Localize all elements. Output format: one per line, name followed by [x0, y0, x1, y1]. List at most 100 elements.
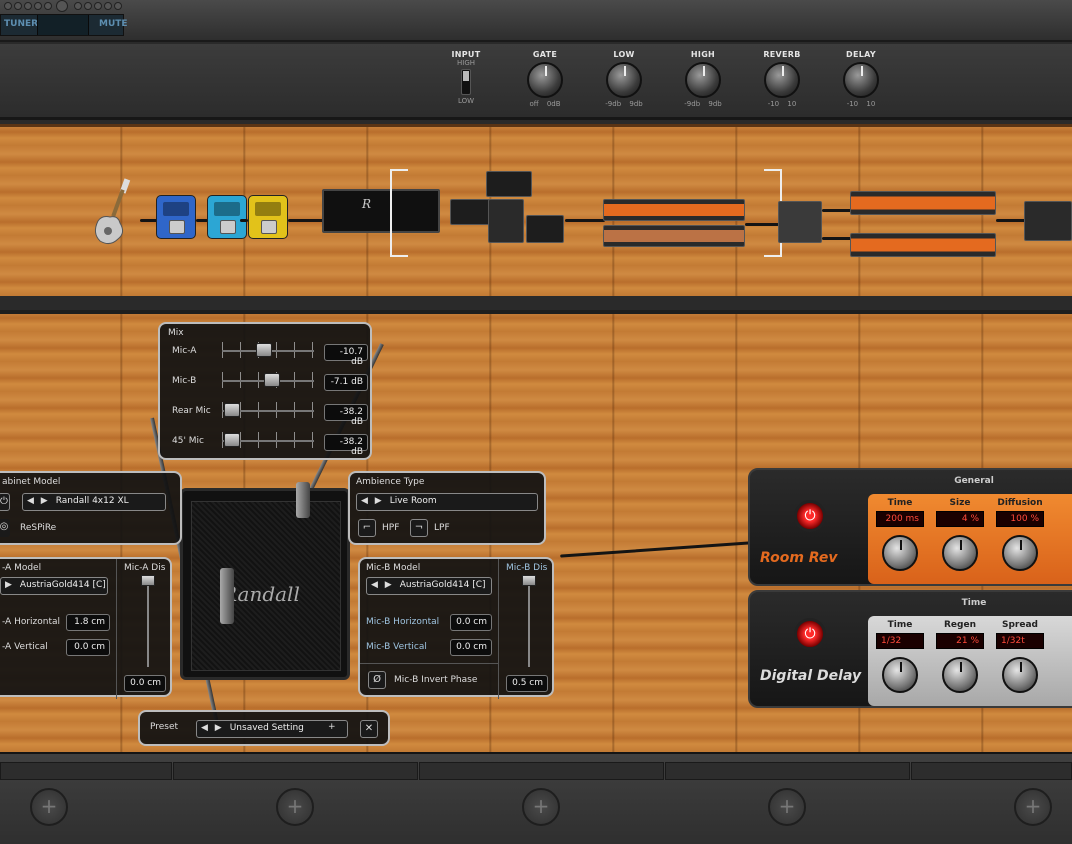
slot-tab[interactable] [0, 762, 172, 780]
low-knob[interactable] [606, 62, 642, 98]
power-icon[interactable]: ⏻ [0, 493, 10, 511]
arrows-icon: ◀ ▶ [201, 723, 224, 733]
mic-b-icon[interactable] [296, 482, 310, 518]
preset-panel: Preset ◀ ▶ Unsaved Setting + ✕ [138, 710, 390, 746]
mic-a-distance-thumb[interactable] [141, 575, 155, 586]
rack-fx-orange[interactable] [850, 191, 996, 215]
delay-knob[interactable] [843, 62, 879, 98]
knob-range: -9db 9db [605, 100, 643, 108]
respire-label[interactable]: ReSPiRe [20, 523, 56, 533]
close-icon[interactable]: ✕ [360, 720, 378, 738]
param-value[interactable]: 4 % [936, 511, 984, 527]
add-slot-button[interactable]: + [30, 788, 68, 826]
mic-b-vertical-value[interactable]: 0.0 cm [450, 639, 492, 656]
mic-b-invert-phase-label[interactable]: Mic-B Invert Phase [394, 675, 477, 685]
rack-unit[interactable] [526, 215, 564, 243]
mute-button[interactable]: MUTE [99, 19, 128, 29]
room-rev-diffusion-knob[interactable] [1002, 535, 1038, 571]
tuner-button[interactable]: TUNER [4, 19, 38, 29]
pedal-blue[interactable] [156, 195, 196, 239]
mic-a-horizontal-label: -A Horizontal [2, 617, 61, 627]
digital-delay-spread-knob[interactable] [1002, 657, 1038, 693]
invert-phase-icon[interactable]: Ø [368, 671, 386, 689]
add-slot-button[interactable]: + [1014, 788, 1052, 826]
led-indicator [4, 2, 12, 10]
mic-b-model-value: AustriaGold414 [C] [399, 580, 486, 590]
input-switch[interactable]: INPUT HIGH LOW [446, 50, 486, 105]
cable [996, 219, 1026, 222]
reverb-knob[interactable] [764, 62, 800, 98]
mic-a-level-value[interactable]: -10.7 dB [324, 344, 368, 367]
mic-b-horizontal-value[interactable]: 0.0 cm [450, 614, 492, 631]
amp-head[interactable]: R [322, 189, 440, 233]
mic-b-distance-value[interactable]: 0.5 cm [506, 675, 548, 692]
mic-a-level-thumb[interactable] [256, 343, 273, 357]
mic-a-distance-fader[interactable] [147, 579, 149, 667]
digital-delay-regen-knob[interactable] [942, 657, 978, 693]
param-value[interactable]: 200 ms [876, 511, 924, 527]
add-slot-button[interactable]: + [522, 788, 560, 826]
param-value[interactable]: 100 % [996, 511, 1044, 527]
param-value[interactable]: 1/32t [996, 633, 1044, 649]
mic-a-icon[interactable] [220, 568, 234, 624]
slot-tab[interactable] [911, 762, 1072, 780]
gate-knob[interactable] [527, 62, 563, 98]
preset-add-button[interactable]: + [328, 722, 336, 732]
splitter-unit[interactable] [778, 201, 822, 243]
rack-fx-orange[interactable] [850, 233, 996, 257]
pedal-cyan[interactable] [207, 195, 247, 239]
preset-select[interactable]: ◀ ▶ Unsaved Setting [196, 720, 348, 738]
mic-a-model-value: AustriaGold414 [C] [19, 580, 106, 590]
hpf-icon[interactable]: ⌐ [358, 519, 376, 537]
add-slot-button[interactable]: + [768, 788, 806, 826]
add-slot-button[interactable]: + [276, 788, 314, 826]
ambience-type-select[interactable]: ◀ ▶ Live Room [356, 493, 538, 511]
room-rev-power-button[interactable]: ⏻ [794, 500, 826, 532]
cable [560, 541, 750, 558]
digital-delay-power-button[interactable]: ⏻ [794, 618, 826, 650]
input-toggle[interactable] [461, 69, 471, 95]
mic-a-horizontal-value[interactable]: 1.8 cm [66, 614, 110, 631]
mic-b-distance-thumb[interactable] [522, 575, 536, 586]
mix-panel: Mix Mic-A -10.7 dB Mic-B -7.1 dB Rear Mi… [158, 322, 372, 460]
pedal-yellow[interactable] [248, 195, 288, 239]
45-mic-level-thumb[interactable] [223, 433, 240, 447]
ambience-title: Ambience Type [356, 477, 425, 487]
param-value[interactable]: 21 % [936, 633, 984, 649]
guitar-icon[interactable] [88, 177, 144, 249]
led-indicator [74, 2, 82, 10]
mic-a-model-select[interactable]: ▶ AustriaGold414 [C] [0, 577, 108, 595]
slot-tab[interactable] [173, 762, 418, 780]
rear-mic-level-value[interactable]: -38.2 dB [324, 404, 368, 427]
rack-fx-orange[interactable] [603, 225, 745, 247]
cabinet-model-select[interactable]: ◀ ▶ Randall 4x12 XL [22, 493, 166, 511]
respire-icon[interactable]: ◎ [0, 519, 10, 537]
room-rev-size-knob[interactable] [942, 535, 978, 571]
mic-a-model-title: -A Model [2, 563, 42, 573]
rear-mic-level-thumb[interactable] [223, 403, 240, 417]
mic-a-distance-value[interactable]: 0.0 cm [124, 675, 166, 692]
param-value[interactable]: 1/32 [876, 633, 924, 649]
hpf-label: HPF [382, 523, 400, 533]
tuner-knob[interactable] [56, 0, 68, 12]
rack-unit[interactable] [486, 171, 532, 197]
top-bar: TUNER MUTE [0, 0, 1072, 42]
rack-fx-orange[interactable] [603, 199, 745, 221]
cabinet-mini[interactable] [488, 199, 524, 243]
room-rev-time-knob[interactable] [882, 535, 918, 571]
slot-tab[interactable] [419, 762, 664, 780]
lpf-icon[interactable]: ¬ [410, 519, 428, 537]
mic-b-level-thumb[interactable] [263, 373, 280, 387]
mic-b-level-value[interactable]: -7.1 dB [324, 374, 368, 391]
45-mic-level-value[interactable]: -38.2 dB [324, 434, 368, 457]
mic-b-model-select[interactable]: ◀ ▶ AustriaGold414 [C] [366, 577, 492, 595]
output-unit[interactable] [1024, 201, 1072, 241]
slot-tab[interactable] [665, 762, 910, 780]
high-knob[interactable] [685, 62, 721, 98]
mic-a-vertical-value[interactable]: 0.0 cm [66, 639, 110, 656]
speaker-cabinet[interactable]: Randall [180, 488, 350, 680]
digital-delay-time-knob[interactable] [882, 657, 918, 693]
mic-b-distance-fader[interactable] [528, 579, 530, 667]
rack-unit[interactable] [450, 199, 490, 225]
divider [116, 559, 117, 699]
